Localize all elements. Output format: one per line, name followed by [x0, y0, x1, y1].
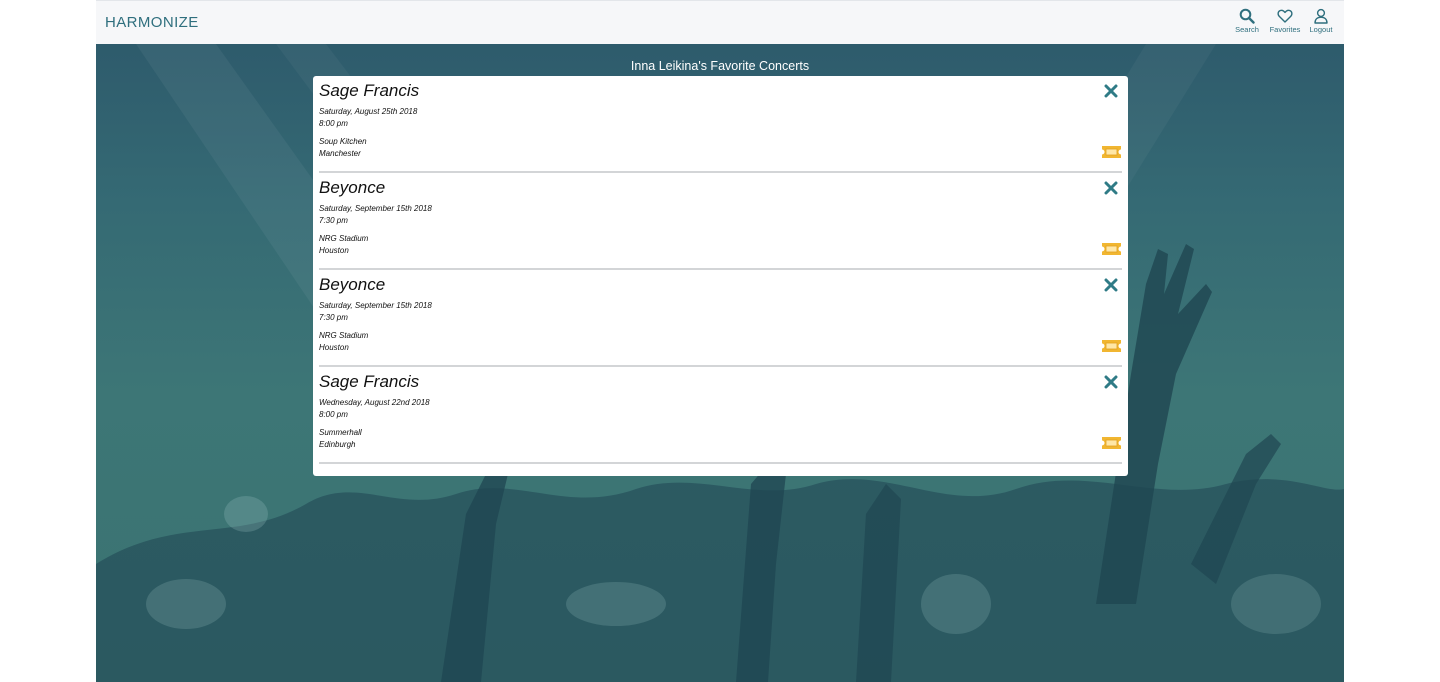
page-title: Inna Leikina's Favorite Concerts: [630, 59, 810, 73]
concert-time: 8:00 pm: [319, 119, 348, 128]
concert-city: Manchester: [319, 149, 361, 158]
concert-venue: Summerhall: [319, 428, 362, 437]
concert-artist[interactable]: Sage Francis: [319, 81, 419, 101]
remove-favorite-icon[interactable]: [1104, 84, 1118, 98]
nav-favorites-button[interactable]: Favorites: [1265, 8, 1305, 34]
concert-city: Houston: [319, 246, 349, 255]
nav-search-button[interactable]: Search: [1227, 8, 1267, 34]
brand-logo[interactable]: HARMONIZE: [105, 14, 199, 31]
remove-favorite-icon[interactable]: [1104, 278, 1118, 292]
concert-venue: NRG Stadium: [319, 331, 369, 340]
remove-favorite-icon[interactable]: [1104, 181, 1118, 195]
concert-city: Edinburgh: [319, 440, 356, 449]
nav-search-label: Search: [1235, 25, 1259, 34]
nav-logout-button[interactable]: Logout: [1301, 8, 1341, 34]
ticket-icon[interactable]: [1101, 338, 1122, 354]
ticket-icon[interactable]: [1101, 144, 1122, 160]
concert-artist[interactable]: Beyonce: [319, 178, 385, 198]
concert-time: 8:00 pm: [319, 410, 348, 419]
search-icon: [1239, 8, 1255, 24]
hero-background: Inna Leikina's Favorite Concerts Sage Fr…: [96, 44, 1344, 682]
heart-icon: [1277, 9, 1293, 23]
concert-item: Sage Francis Saturday, August 25th 2018 …: [319, 76, 1122, 173]
ticket-icon[interactable]: [1101, 241, 1122, 257]
concert-item: Beyonce Saturday, September 15th 2018 7:…: [319, 173, 1122, 270]
concert-city: Houston: [319, 343, 349, 352]
concert-date: Saturday, September 15th 2018: [319, 301, 432, 310]
concert-time: 7:30 pm: [319, 313, 348, 322]
concert-venue: Soup Kitchen: [319, 137, 367, 146]
nav-favorites-label: Favorites: [1269, 25, 1301, 34]
concert-artist[interactable]: Sage Francis: [319, 372, 419, 392]
ticket-icon[interactable]: [1101, 435, 1122, 451]
concert-date: Saturday, September 15th 2018: [319, 204, 432, 213]
concert-artist[interactable]: Beyonce: [319, 275, 385, 295]
nav-logout-label: Logout: [1309, 25, 1333, 34]
concert-item: Beyonce Saturday, September 15th 2018 7:…: [319, 270, 1122, 367]
concert-time: 7:30 pm: [319, 216, 348, 225]
remove-favorite-icon[interactable]: [1104, 375, 1118, 389]
user-icon: [1314, 8, 1328, 24]
concert-venue: NRG Stadium: [319, 234, 369, 243]
app-window: HARMONIZE Search Favorites Logout Inna L…: [96, 0, 1344, 682]
favorites-card: Sage Francis Saturday, August 25th 2018 …: [313, 76, 1128, 476]
concert-item: Sage Francis Wednesday, August 22nd 2018…: [319, 367, 1122, 464]
top-navbar: HARMONIZE Search Favorites Logout: [96, 0, 1344, 44]
concert-date: Wednesday, August 22nd 2018: [319, 398, 430, 407]
concert-date: Saturday, August 25th 2018: [319, 107, 418, 116]
